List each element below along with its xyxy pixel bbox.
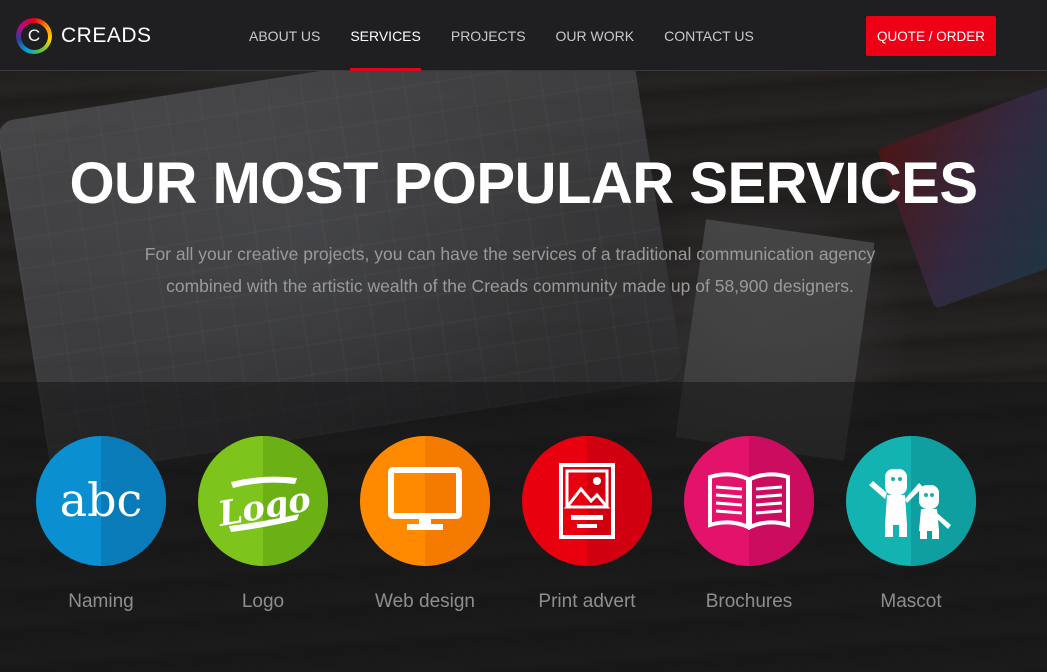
logo-circle: Logo xyxy=(198,436,328,566)
main-nav: ABOUT US SERVICES PROJECTS OUR WORK CONT… xyxy=(234,0,769,71)
mascot-circle xyxy=(846,436,976,566)
service-label-logo: Logo xyxy=(241,591,285,612)
page-title: OUR MOST POPULAR SERVICES xyxy=(69,151,978,216)
print-advert-icon xyxy=(559,463,615,539)
service-label-brochures: Brochures xyxy=(705,591,793,612)
svg-text:abc: abc xyxy=(60,473,143,527)
nav-item-services[interactable]: SERVICES xyxy=(335,0,436,71)
service-web-design[interactable]: Web design xyxy=(344,436,506,613)
service-brochures[interactable]: Brochures xyxy=(668,436,830,613)
service-mascot[interactable]: Mascot xyxy=(830,436,992,613)
book-icon xyxy=(708,472,790,531)
nav-item-contact-us[interactable]: CONTACT US xyxy=(649,0,769,71)
subtitle-line-2: combined with the artistic wealth of the… xyxy=(166,276,854,296)
page-subtitle: For all your creative projects, you can … xyxy=(110,238,910,302)
nav-item-about-us[interactable]: ABOUT US xyxy=(234,0,335,71)
logo-ring-icon: C xyxy=(16,18,52,54)
subtitle-line-1: For all your creative projects, you can … xyxy=(144,244,876,264)
service-label-naming: Naming xyxy=(68,591,134,612)
web-design-circle xyxy=(360,436,490,566)
brand-name: CREADS xyxy=(61,24,152,47)
print-advert-circle xyxy=(522,436,652,566)
creads-logo[interactable]: C CREADS xyxy=(16,18,152,54)
logo-icon: Logo xyxy=(214,476,313,535)
service-print-advert[interactable]: Print advert xyxy=(506,436,668,613)
logo-letter: C xyxy=(20,22,48,50)
quote-order-button[interactable]: QUOTE / ORDER xyxy=(866,16,996,56)
abc-icon: abc xyxy=(60,473,143,527)
nav-item-our-work[interactable]: OUR WORK xyxy=(541,0,650,71)
monitor-icon xyxy=(388,467,462,530)
nav-item-projects[interactable]: PROJECTS xyxy=(436,0,541,71)
service-label-mascot: Mascot xyxy=(880,591,942,612)
service-label-print-advert: Print advert xyxy=(538,591,636,612)
top-navigation-bar: C CREADS ABOUT US SERVICES PROJECTS OUR … xyxy=(0,0,1047,71)
services-list: abc Naming Logo Logo Web design Print ad… xyxy=(0,436,1047,626)
brochures-circle xyxy=(684,436,814,566)
service-label-web-design: Web design xyxy=(375,591,475,612)
service-naming[interactable]: abc Naming xyxy=(20,436,182,613)
naming-circle: abc xyxy=(36,436,166,566)
service-logo[interactable]: Logo Logo xyxy=(182,436,344,613)
mascot-icon xyxy=(869,469,951,539)
